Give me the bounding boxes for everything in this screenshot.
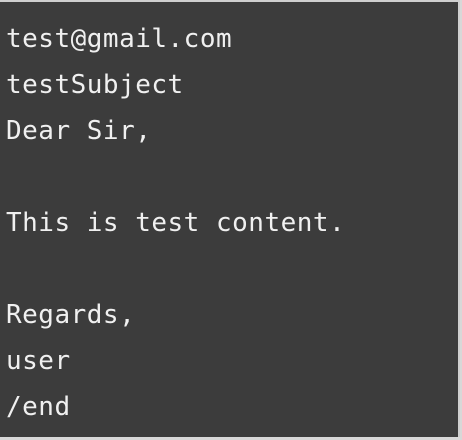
console-line-email: test@gmail.com [6, 24, 233, 54]
console-line-greeting: Dear Sir, [6, 116, 152, 146]
console-output: test@gmail.com testSubject Dear Sir, Thi… [6, 16, 345, 430]
console-line-end-marker: /end [6, 392, 71, 422]
console-window: test@gmail.com testSubject Dear Sir, Thi… [0, 0, 460, 437]
console-line-body: This is test content. [6, 208, 346, 238]
console-line-closing: Regards, [6, 300, 136, 330]
console-line-subject: testSubject [6, 70, 184, 100]
console-line-signature: user [6, 346, 71, 376]
